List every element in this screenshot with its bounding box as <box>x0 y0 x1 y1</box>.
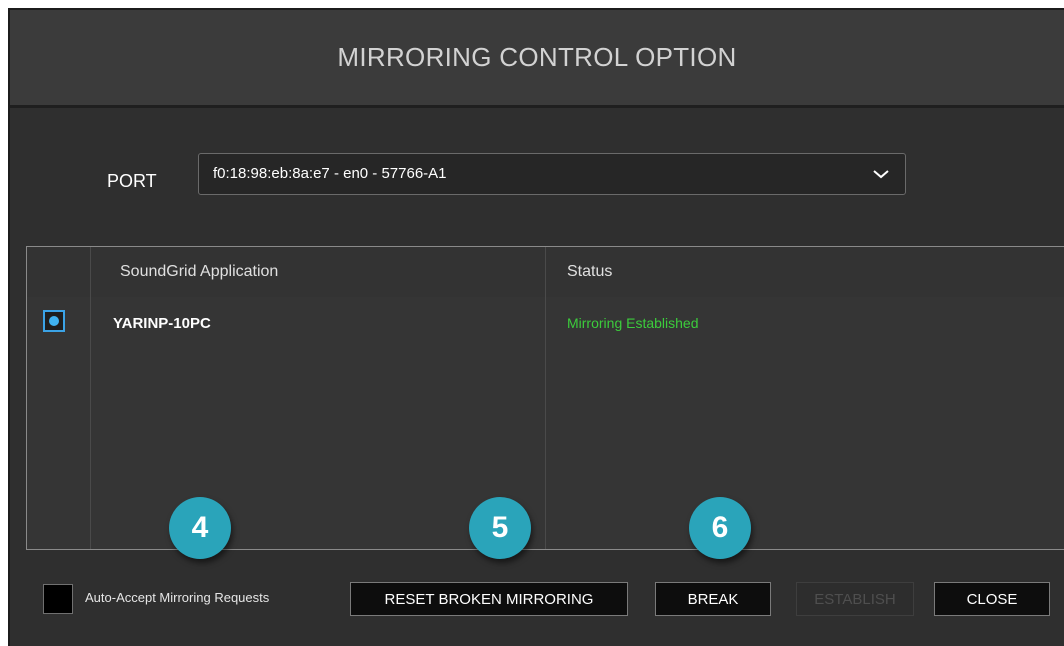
row-select-radio[interactable] <box>43 310 65 332</box>
column-header-application: SoundGrid Application <box>120 263 279 280</box>
auto-accept-label: Auto-Accept Mirroring Requests <box>85 590 270 605</box>
reset-broken-mirroring-button[interactable]: RESET BROKEN MIRRORING <box>350 582 628 616</box>
column-divider <box>90 247 91 549</box>
mirroring-dialog: MIRRORING CONTROL OPTION PORT f0:18:98:e… <box>8 8 1064 646</box>
column-divider <box>545 247 546 549</box>
status-text: Mirroring Established <box>567 315 699 331</box>
auto-accept-checkbox[interactable] <box>43 584 73 614</box>
port-value: f0:18:98:eb:8a:e7 - en0 - 57766-A1 <box>213 165 447 182</box>
port-dropdown[interactable]: f0:18:98:eb:8a:e7 - en0 - 57766-A1 <box>198 153 906 195</box>
port-label: PORT <box>107 171 157 191</box>
establish-button[interactable]: ESTABLISH <box>796 582 914 616</box>
callout-marker-5: 5 <box>469 497 531 559</box>
break-button[interactable]: BREAK <box>655 582 771 616</box>
title-bar: MIRRORING CONTROL OPTION <box>10 10 1064 108</box>
callout-marker-6: 6 <box>689 497 751 559</box>
table-row[interactable]: YARINP-10PC Mirroring Established <box>27 297 1064 347</box>
chevron-down-icon[interactable] <box>871 164 891 184</box>
applications-table: SoundGrid Application Status YARINP-10PC… <box>26 246 1064 559</box>
close-button[interactable]: CLOSE <box>934 582 1050 616</box>
dialog-title: MIRRORING CONTROL OPTION <box>337 42 737 72</box>
callout-marker-4: 4 <box>169 497 231 559</box>
column-header-status: Status <box>567 263 613 280</box>
radio-selected-dot <box>49 316 59 326</box>
application-name: YARINP-10PC <box>113 315 211 332</box>
